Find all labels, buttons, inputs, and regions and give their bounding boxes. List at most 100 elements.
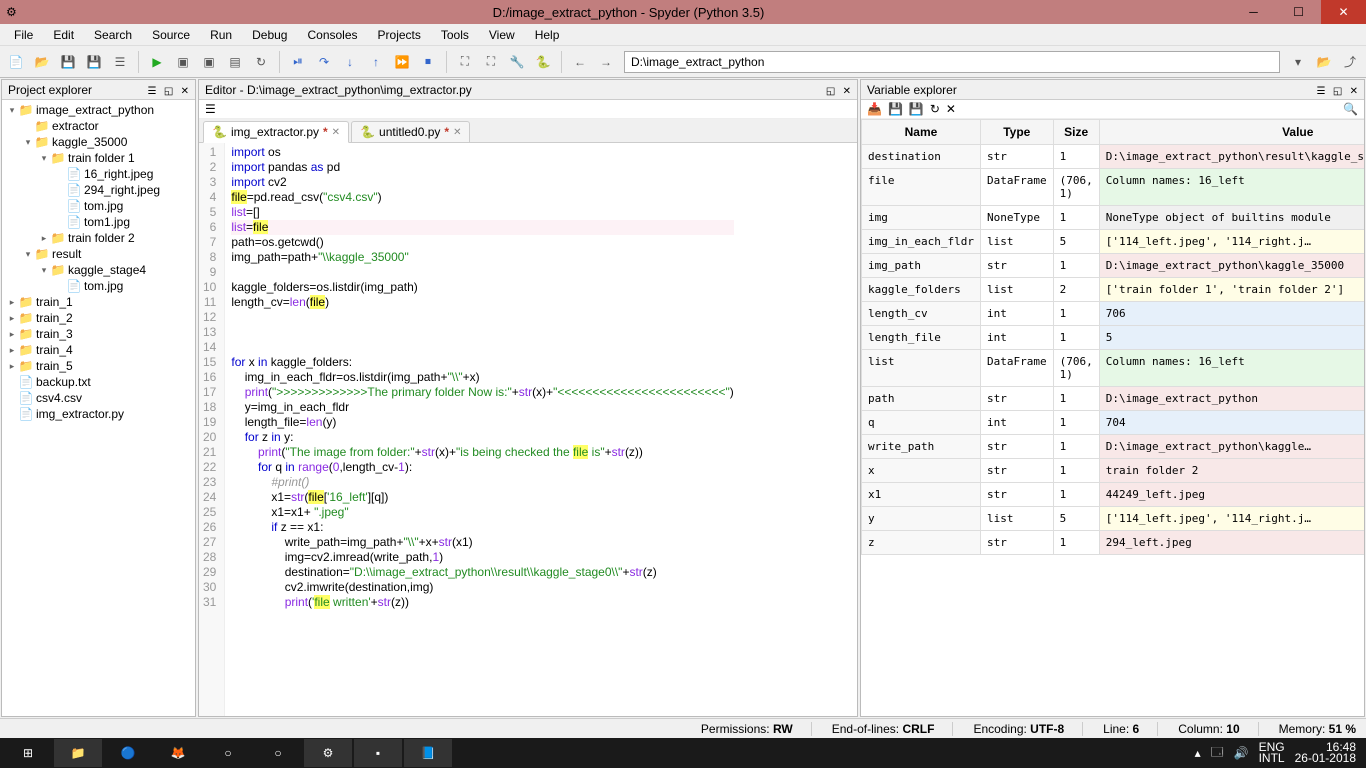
close-icon[interactable]: ✕	[332, 127, 340, 138]
tree-node[interactable]: ▾📁image_extract_python	[2, 102, 195, 118]
menu-view[interactable]: View	[479, 26, 525, 44]
variable-row[interactable]: kaggle_folderslist2['train folder 1', 't…	[862, 278, 1365, 302]
working-dir-field[interactable]: D:\image_extract_python	[624, 51, 1280, 73]
variable-row[interactable]: zstr1294_left.jpeg	[862, 531, 1365, 555]
save-all-icon[interactable]: 💾	[82, 50, 106, 74]
code-editor[interactable]: 1234567891011121314151617181920212223242…	[199, 143, 857, 716]
taskbar-chrome-icon[interactable]: 🔵	[104, 739, 152, 767]
tree-node[interactable]: ▸📁train_2	[2, 310, 195, 326]
rerun-icon[interactable]: ↻	[249, 50, 273, 74]
menu-tools[interactable]: Tools	[431, 26, 479, 44]
pane-close-icon[interactable]: ✕	[181, 86, 189, 97]
taskbar-explorer-icon[interactable]: 📁	[54, 739, 102, 767]
tray-battery-icon[interactable]: 🗔	[1211, 743, 1224, 764]
taskbar-spyder-icon[interactable]: ⚙	[304, 739, 352, 767]
tray-clock[interactable]: 16:4826-01-2018	[1295, 742, 1356, 764]
tree-node[interactable]: 📄tom1.jpg	[2, 214, 195, 230]
tree-node[interactable]: ▸📁train_1	[2, 294, 195, 310]
refresh-icon[interactable]: ↻	[930, 102, 940, 116]
tree-node[interactable]: 📄img_extractor.py	[2, 406, 195, 422]
variable-row[interactable]: img_pathstr1D:\image_extract_python\kagg…	[862, 254, 1365, 278]
step-into-icon[interactable]: ↓	[338, 50, 362, 74]
variable-row[interactable]: write_pathstr1D:\image_extract_python\ka…	[862, 435, 1365, 459]
save-data-icon[interactable]: 💾	[888, 102, 903, 116]
variable-row[interactable]: fileDataFrame(706, 1)Column names: 16_le…	[862, 169, 1365, 206]
tree-node[interactable]: 📁extractor	[2, 118, 195, 134]
fullscreen-icon[interactable]: ⛶	[479, 50, 503, 74]
menu-file[interactable]: File	[4, 26, 43, 44]
run-cell-icon[interactable]: ▣	[171, 50, 195, 74]
parent-dir-icon[interactable]: ⤴	[1338, 50, 1362, 74]
run-selection-icon[interactable]: ▤	[223, 50, 247, 74]
tray-lang[interactable]: ENGINTL	[1259, 742, 1285, 764]
variable-row[interactable]: pathstr1D:\image_extract_python	[862, 387, 1365, 411]
minimize-button[interactable]: ─	[1231, 0, 1276, 24]
pane-close-icon[interactable]: ✕	[843, 86, 851, 97]
taskbar-anaconda-icon[interactable]: ○	[204, 739, 252, 767]
tree-node[interactable]: ▸📁train_5	[2, 358, 195, 374]
path-dropdown-icon[interactable]: ▾	[1286, 50, 1310, 74]
menu-edit[interactable]: Edit	[43, 26, 84, 44]
tray-volume-icon[interactable]: 🔊	[1234, 746, 1249, 760]
tree-node[interactable]: ▸📁train_3	[2, 326, 195, 342]
new-file-icon[interactable]: 📄	[4, 50, 28, 74]
variable-row[interactable]: xstr1train folder 2	[862, 459, 1365, 483]
debug-icon[interactable]: ⏯	[286, 50, 310, 74]
tree-node[interactable]: ▸📁train_4	[2, 342, 195, 358]
pane-undock-icon[interactable]: ◱	[164, 86, 173, 97]
tree-node[interactable]: ▸📁train folder 2	[2, 230, 195, 246]
import-data-icon[interactable]: 📥	[867, 102, 882, 116]
outline-icon[interactable]: ☰	[108, 50, 132, 74]
maximize-pane-icon[interactable]: ⛶	[453, 50, 477, 74]
editor-browse-icon[interactable]: ☰	[205, 102, 216, 116]
tree-node[interactable]: 📄16_right.jpeg	[2, 166, 195, 182]
menu-search[interactable]: Search	[84, 26, 142, 44]
variable-row[interactable]: length_fileint15	[862, 326, 1365, 350]
search-icon[interactable]: 🔍	[1343, 102, 1358, 116]
save-data-as-icon[interactable]: 💾	[909, 102, 924, 116]
tree-node[interactable]: ▾📁train folder 1	[2, 150, 195, 166]
remove-all-icon[interactable]: ✕	[946, 102, 956, 116]
variable-table[interactable]: Name Type Size Value destinationstr1D:\i…	[861, 119, 1364, 716]
step-over-icon[interactable]: ↷	[312, 50, 336, 74]
close-button[interactable]: ✕	[1321, 0, 1366, 24]
pythonpath-icon[interactable]: 🐍	[531, 50, 555, 74]
tree-node[interactable]: 📄tom.jpg	[2, 278, 195, 294]
pane-options-icon[interactable]: ☰	[1317, 86, 1326, 97]
start-button[interactable]: ⊞	[4, 739, 52, 767]
maximize-button[interactable]: ☐	[1276, 0, 1321, 24]
pane-undock-icon[interactable]: ◱	[826, 86, 835, 97]
save-icon[interactable]: 💾	[56, 50, 80, 74]
menu-projects[interactable]: Projects	[368, 26, 431, 44]
menu-run[interactable]: Run	[200, 26, 242, 44]
step-out-icon[interactable]: ↑	[364, 50, 388, 74]
variable-row[interactable]: x1str144249_left.jpeg	[862, 483, 1365, 507]
menu-source[interactable]: Source	[142, 26, 200, 44]
run-icon[interactable]: ▶	[145, 50, 169, 74]
open-file-icon[interactable]: 📂	[30, 50, 54, 74]
variable-row[interactable]: destinationstr1D:\image_extract_python\r…	[862, 145, 1365, 169]
tree-node[interactable]: 📄tom.jpg	[2, 198, 195, 214]
pane-close-icon[interactable]: ✕	[1350, 86, 1358, 97]
back-icon[interactable]: ←	[568, 50, 592, 74]
tree-node[interactable]: 📄294_right.jpeg	[2, 182, 195, 198]
windows-taskbar[interactable]: ⊞ 📁 🔵 🦊 ○ ○ ⚙ ▪ 📘 ▴ 🗔 🔊 ENGINTL 16:4826-…	[0, 738, 1366, 768]
menu-debug[interactable]: Debug	[242, 26, 297, 44]
tree-node[interactable]: ▾📁kaggle_stage4	[2, 262, 195, 278]
tray-up-icon[interactable]: ▴	[1195, 746, 1201, 760]
tree-node[interactable]: ▾📁kaggle_35000	[2, 134, 195, 150]
pane-options-icon[interactable]: ☰	[148, 86, 157, 97]
preferences-icon[interactable]: 🔧	[505, 50, 529, 74]
taskbar-notepad-icon[interactable]: 📘	[404, 739, 452, 767]
close-icon[interactable]: ✕	[453, 127, 461, 138]
menu-help[interactable]: Help	[525, 26, 570, 44]
variable-row[interactable]: length_cvint1706	[862, 302, 1365, 326]
variable-row[interactable]: qint1704	[862, 411, 1365, 435]
variable-row[interactable]: img_in_each_fldrlist5['114_left.jpeg', '…	[862, 230, 1365, 254]
forward-icon[interactable]: →	[594, 50, 618, 74]
tree-node[interactable]: 📄csv4.csv	[2, 390, 195, 406]
taskbar-anaconda2-icon[interactable]: ○	[254, 739, 302, 767]
pane-undock-icon[interactable]: ◱	[1333, 86, 1342, 97]
tab-untitled0[interactable]: 🐍untitled0.py*✕	[351, 121, 470, 143]
menu-consoles[interactable]: Consoles	[297, 26, 367, 44]
